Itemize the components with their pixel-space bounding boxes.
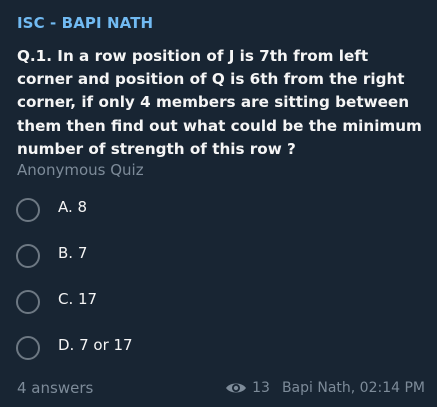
quiz-question: Q.1. In a row position of J is 7th from … xyxy=(17,47,422,158)
quiz-option-d[interactable]: D. 7 or 17 xyxy=(16,335,316,363)
option-label: D. 7 or 17 xyxy=(58,336,133,354)
answers-count[interactable]: 4 answers xyxy=(17,379,93,397)
sender-name[interactable]: ISC - BAPI NATH xyxy=(17,14,153,32)
quiz-option-a[interactable]: A. 8 xyxy=(16,197,316,225)
quiz-option-c[interactable]: C. 17 xyxy=(16,289,316,317)
message-meta: 13 Bapi Nath, 02:14 PM xyxy=(225,380,425,396)
quiz-option-b[interactable]: B. 7 xyxy=(16,243,316,271)
message-signature: Bapi Nath, 02:14 PM xyxy=(281,380,425,396)
quiz-type-label: Anonymous Quiz xyxy=(17,161,144,179)
radio-button[interactable] xyxy=(16,336,40,360)
eye-icon xyxy=(226,383,247,393)
radio-button[interactable] xyxy=(16,198,40,222)
option-label: B. 7 xyxy=(58,244,88,262)
option-label: A. 8 xyxy=(58,198,88,216)
radio-button[interactable] xyxy=(16,244,40,268)
option-label: C. 17 xyxy=(58,290,98,308)
view-count: 13 xyxy=(252,380,270,396)
quiz-message-bubble: ISC - BAPI NATH Q.1. In a row position o… xyxy=(0,0,437,407)
radio-button[interactable] xyxy=(16,290,40,314)
